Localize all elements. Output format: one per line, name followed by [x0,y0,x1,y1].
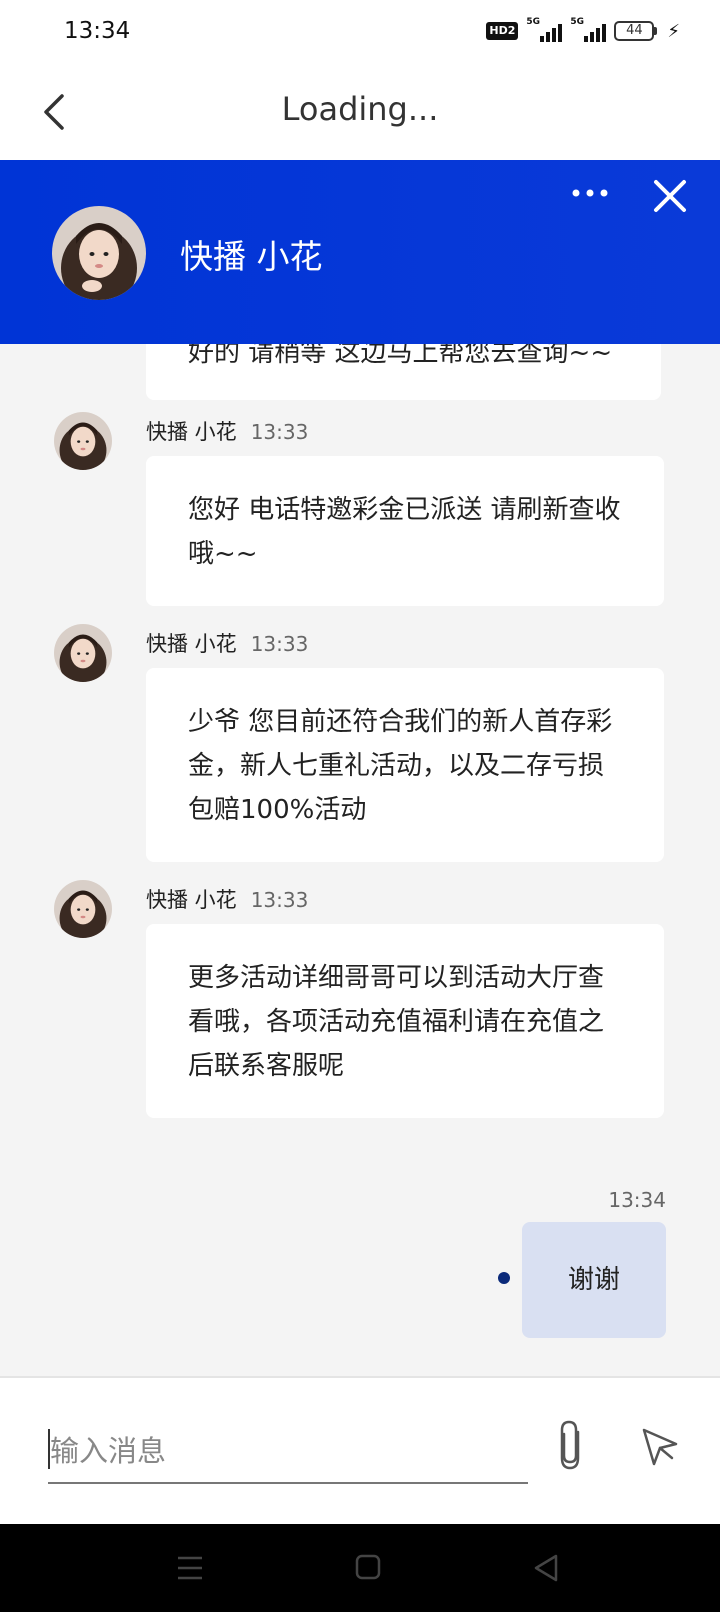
home-button[interactable] [348,1550,388,1586]
battery-level: 44 [614,21,655,41]
menu-icon [178,1556,202,1580]
message-text: 更多活动详细哥哥可以到活动大厅查看哦，各项活动充值福利请在充值之后联系客服呢 [188,963,605,1081]
charging-icon: ⚡ [667,20,680,42]
hd-voice-icon: HD2 [486,22,519,40]
more-dots-icon [572,189,608,197]
message-bubble: 更多活动详细哥哥可以到活动大厅查看哦，各项活动充值福利请在充值之后联系客服呢 [146,924,664,1118]
home-square-icon [355,1554,381,1580]
unread-status-dot [498,1272,510,1284]
page-title: Loading... [281,90,439,128]
status-bar: 13:34 HD2 5G 5G 44 ⚡ [0,0,720,66]
status-icons: HD2 5G 5G 44 ⚡ [486,17,680,42]
message-text: 您好 电话特邀彩金已派送 请刷新查收哦~~ [188,495,621,569]
recent-apps-button[interactable] [170,1550,210,1586]
message-input-placeholder: 输入消息 [50,1434,167,1468]
signal-icon: 5G [526,17,563,42]
message-time: 13:33 [250,888,309,912]
chat-header: 快播 小花 [0,160,720,344]
status-time: 13:34 [64,18,131,44]
attach-button[interactable] [552,1418,592,1474]
message-time: 13:33 [250,420,309,444]
battery-icon: 44 [614,21,658,41]
system-nav-bar [0,1524,720,1612]
back-nav-button[interactable] [526,1550,566,1586]
sender-name: 快播 小花 [146,632,237,656]
sender-name: 快播 小花 [146,888,237,912]
paperclip-icon [560,1420,580,1470]
message-input[interactable]: 输入消息 [48,1416,528,1484]
triangle-back-icon [534,1554,558,1582]
send-button[interactable] [638,1424,682,1468]
nav-bar: Loading... [0,66,720,160]
message-meta: 快播 小花 13:33 [146,416,308,446]
input-bar: 输入消息 [0,1376,720,1524]
sender-name: 快播 小花 [146,420,237,444]
message-avatar [54,880,112,938]
more-options-button[interactable] [566,178,616,208]
agent-avatar [52,206,146,300]
message-avatar [54,624,112,682]
message-avatar [54,412,112,470]
close-icon [654,180,686,212]
message-meta: 快播 小花 13:33 [146,884,308,914]
chat-area[interactable]: 快播 小花 好的 请稍等 这边马上帮您去查询~~ 快播 小花 13:33 您好 … [0,160,720,1376]
send-icon [642,1428,678,1466]
my-message-bubble: 谢谢 [522,1222,666,1338]
message-text: 少爷 您目前还符合我们的新人首存彩金，新人七重礼活动，以及二存亏损包赔100%活… [188,707,613,825]
message-bubble: 您好 电话特邀彩金已派送 请刷新查收哦~~ [146,456,664,606]
message-time: 13:33 [250,632,309,656]
message-bubble: 少爷 您目前还符合我们的新人首存彩金，新人七重礼活动，以及二存亏损包赔100%活… [146,668,664,862]
message-meta: 快播 小花 13:33 [146,628,308,658]
close-button[interactable] [650,176,690,216]
agent-name: 快播 小花 [180,237,323,276]
my-message-time: 13:34 [608,1188,666,1212]
signal-icon-2: 5G [570,17,607,42]
